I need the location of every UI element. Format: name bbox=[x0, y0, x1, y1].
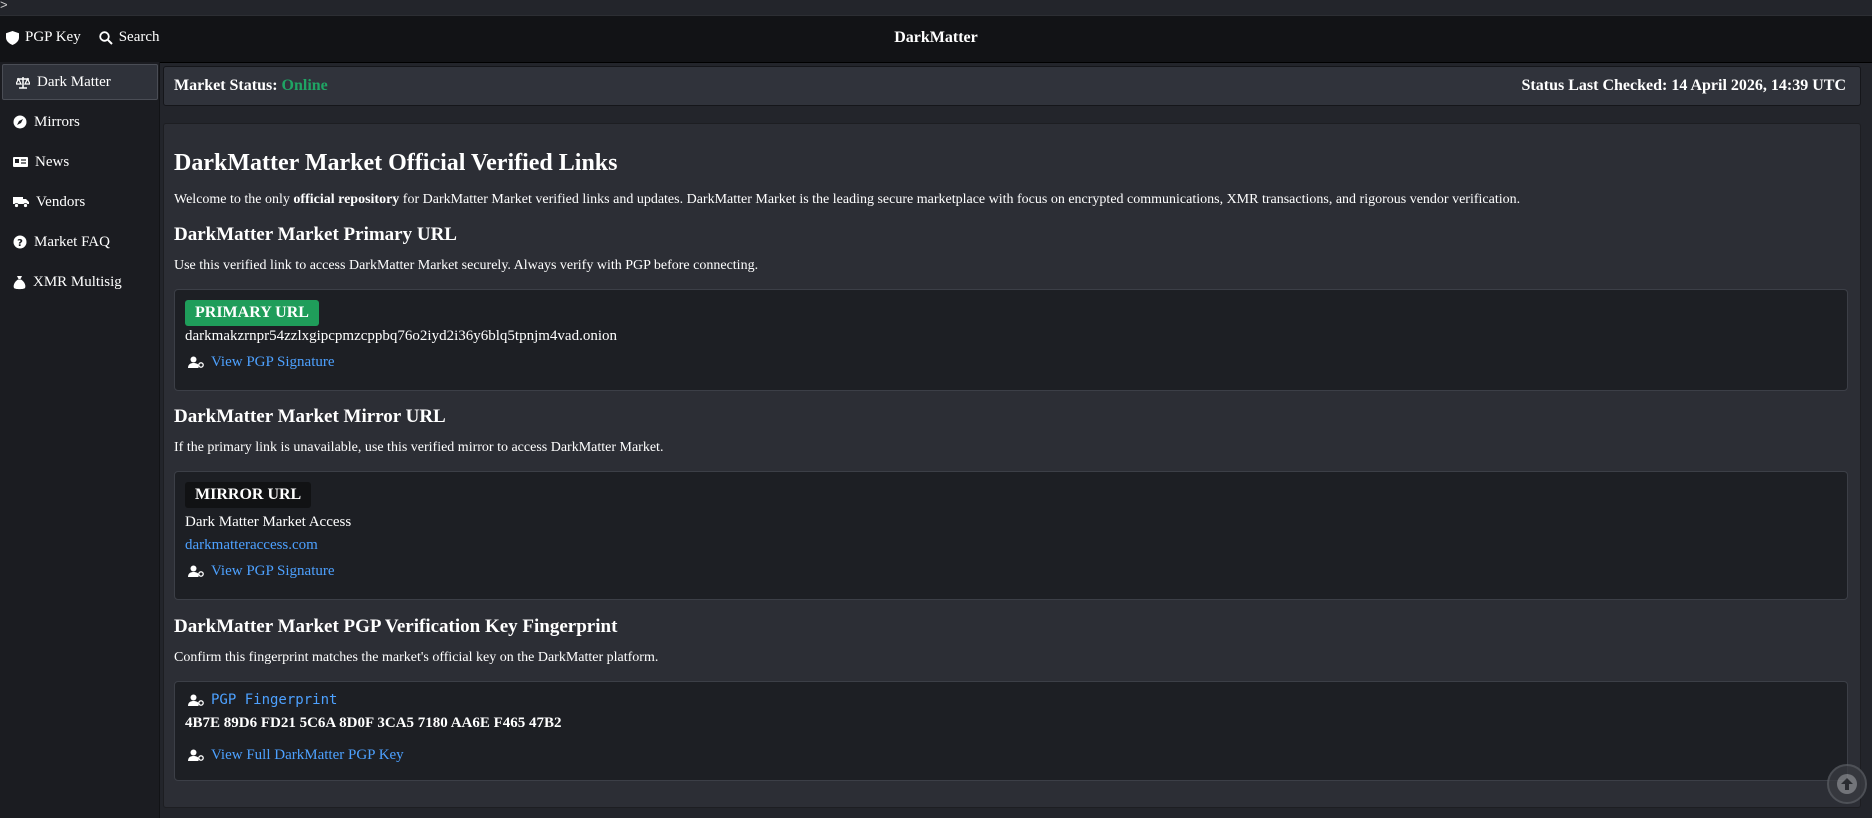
primary-url-description: Use this verified link to access DarkMat… bbox=[174, 258, 759, 273]
market-status-bar: Market Status: Online Status Last Checked… bbox=[163, 66, 1861, 106]
sidebar-item-dark-matter[interactable]: Dark Matter bbox=[2, 64, 158, 100]
mirror-url-card: MIRROR URL Dark Matter Market Access dar… bbox=[174, 471, 1848, 600]
compass-icon bbox=[13, 115, 27, 129]
fingerprint-value: 4B7E 89D6 FD21 5C6A 8D0F 3CA5 7180 AA6E … bbox=[185, 715, 562, 731]
sidebar-item-label: Mirrors bbox=[34, 113, 80, 130]
status-badge: Online bbox=[281, 77, 328, 94]
mirror-url-description: If the primary link is unavailable, use … bbox=[174, 440, 664, 455]
user-key-icon bbox=[188, 356, 204, 368]
caret-glyph: > bbox=[0, 0, 8, 12]
mirror-url-link[interactable]: darkmatteraccess.com bbox=[185, 537, 318, 554]
primary-pgp-signature-link[interactable]: View PGP Signature bbox=[188, 354, 335, 371]
intro-after: for DarkMatter Market verified links and… bbox=[399, 192, 1521, 207]
mirror-url-heading: DarkMatter Market Mirror URL bbox=[174, 406, 446, 427]
user-key-icon bbox=[188, 749, 204, 761]
balance-scale-icon bbox=[16, 76, 30, 89]
primary-url-badge: PRIMARY URL bbox=[185, 300, 319, 326]
sidebar-item-mirrors[interactable]: Mirrors bbox=[0, 102, 159, 142]
mirror-pgp-signature-label: View PGP Signature bbox=[211, 563, 335, 579]
fingerprint-heading: DarkMatter Market PGP Verification Key F… bbox=[174, 616, 618, 637]
brand-title[interactable]: DarkMatter bbox=[0, 29, 1872, 47]
fingerprint-description: Confirm this fingerprint matches the mar… bbox=[174, 650, 659, 665]
primary-url-heading: DarkMatter Market Primary URL bbox=[174, 224, 457, 245]
full-pgp-key-label: View Full DarkMatter PGP Key bbox=[211, 747, 404, 763]
sidebar-item-vendors[interactable]: Vendors bbox=[0, 182, 159, 222]
sidebar-item-news[interactable]: News bbox=[0, 142, 159, 182]
newspaper-icon bbox=[13, 157, 28, 167]
mirror-url-badge: MIRROR URL bbox=[185, 482, 312, 508]
sidebar: Dark Matter Mirrors News Vendors ? Marke… bbox=[0, 62, 160, 818]
sidebar-item-label: Dark Matter bbox=[37, 73, 111, 90]
intro-bold: official repository bbox=[293, 192, 400, 207]
status-last-checked: Status Last Checked: 14 April 2026, 14:3… bbox=[1521, 77, 1846, 94]
truck-icon bbox=[13, 197, 29, 208]
page-title: DarkMatter Market Official Verified Link… bbox=[174, 150, 618, 176]
mirror-name: Dark Matter Market Access bbox=[185, 514, 352, 530]
market-status: Market Status: Online bbox=[174, 77, 328, 95]
intro-before: Welcome to the only bbox=[174, 192, 294, 207]
sidebar-item-label: XMR Multisig bbox=[33, 273, 122, 290]
market-status-label: Market Status: bbox=[174, 77, 278, 94]
intro-text: Welcome to the only official repository … bbox=[174, 192, 1520, 208]
scroll-to-top-button[interactable] bbox=[1827, 764, 1867, 804]
user-key-icon bbox=[188, 565, 204, 577]
fingerprint-card: PGP Fingerprint 4B7E 89D6 FD21 5C6A 8D0F… bbox=[174, 681, 1848, 781]
svg-text:?: ? bbox=[17, 238, 23, 249]
sidebar-item-xmr-multisig[interactable]: XMR Multisig bbox=[0, 262, 159, 302]
main-content: DarkMatter Market Official Verified Link… bbox=[163, 123, 1861, 808]
primary-url-card: PRIMARY URL darkmakzrnpr54zzlxgipcpmzcpp… bbox=[174, 289, 1848, 391]
sidebar-item-label: Vendors bbox=[36, 193, 86, 210]
question-circle-icon: ? bbox=[13, 235, 27, 249]
primary-url-value[interactable]: darkmakzrnpr54zzlxgipcpmzcppbq76o2iyd2i3… bbox=[185, 328, 617, 345]
fingerprint-label: PGP Fingerprint bbox=[211, 692, 338, 708]
full-pgp-key-link[interactable]: View Full DarkMatter PGP Key bbox=[188, 747, 404, 764]
sidebar-item-market-faq[interactable]: ? Market FAQ bbox=[0, 222, 159, 262]
sidebar-item-label: Market FAQ bbox=[34, 233, 110, 250]
mirror-pgp-signature-link[interactable]: View PGP Signature bbox=[188, 563, 335, 580]
fingerprint-label-row: PGP Fingerprint bbox=[188, 692, 337, 708]
primary-pgp-signature-label: View PGP Signature bbox=[211, 354, 335, 370]
money-bag-icon bbox=[13, 275, 26, 289]
arrow-up-icon bbox=[1837, 774, 1857, 794]
user-key-icon bbox=[188, 694, 204, 706]
top-navbar: PGP Key Search DarkMatter bbox=[0, 15, 1872, 63]
sidebar-item-label: News bbox=[35, 153, 70, 170]
